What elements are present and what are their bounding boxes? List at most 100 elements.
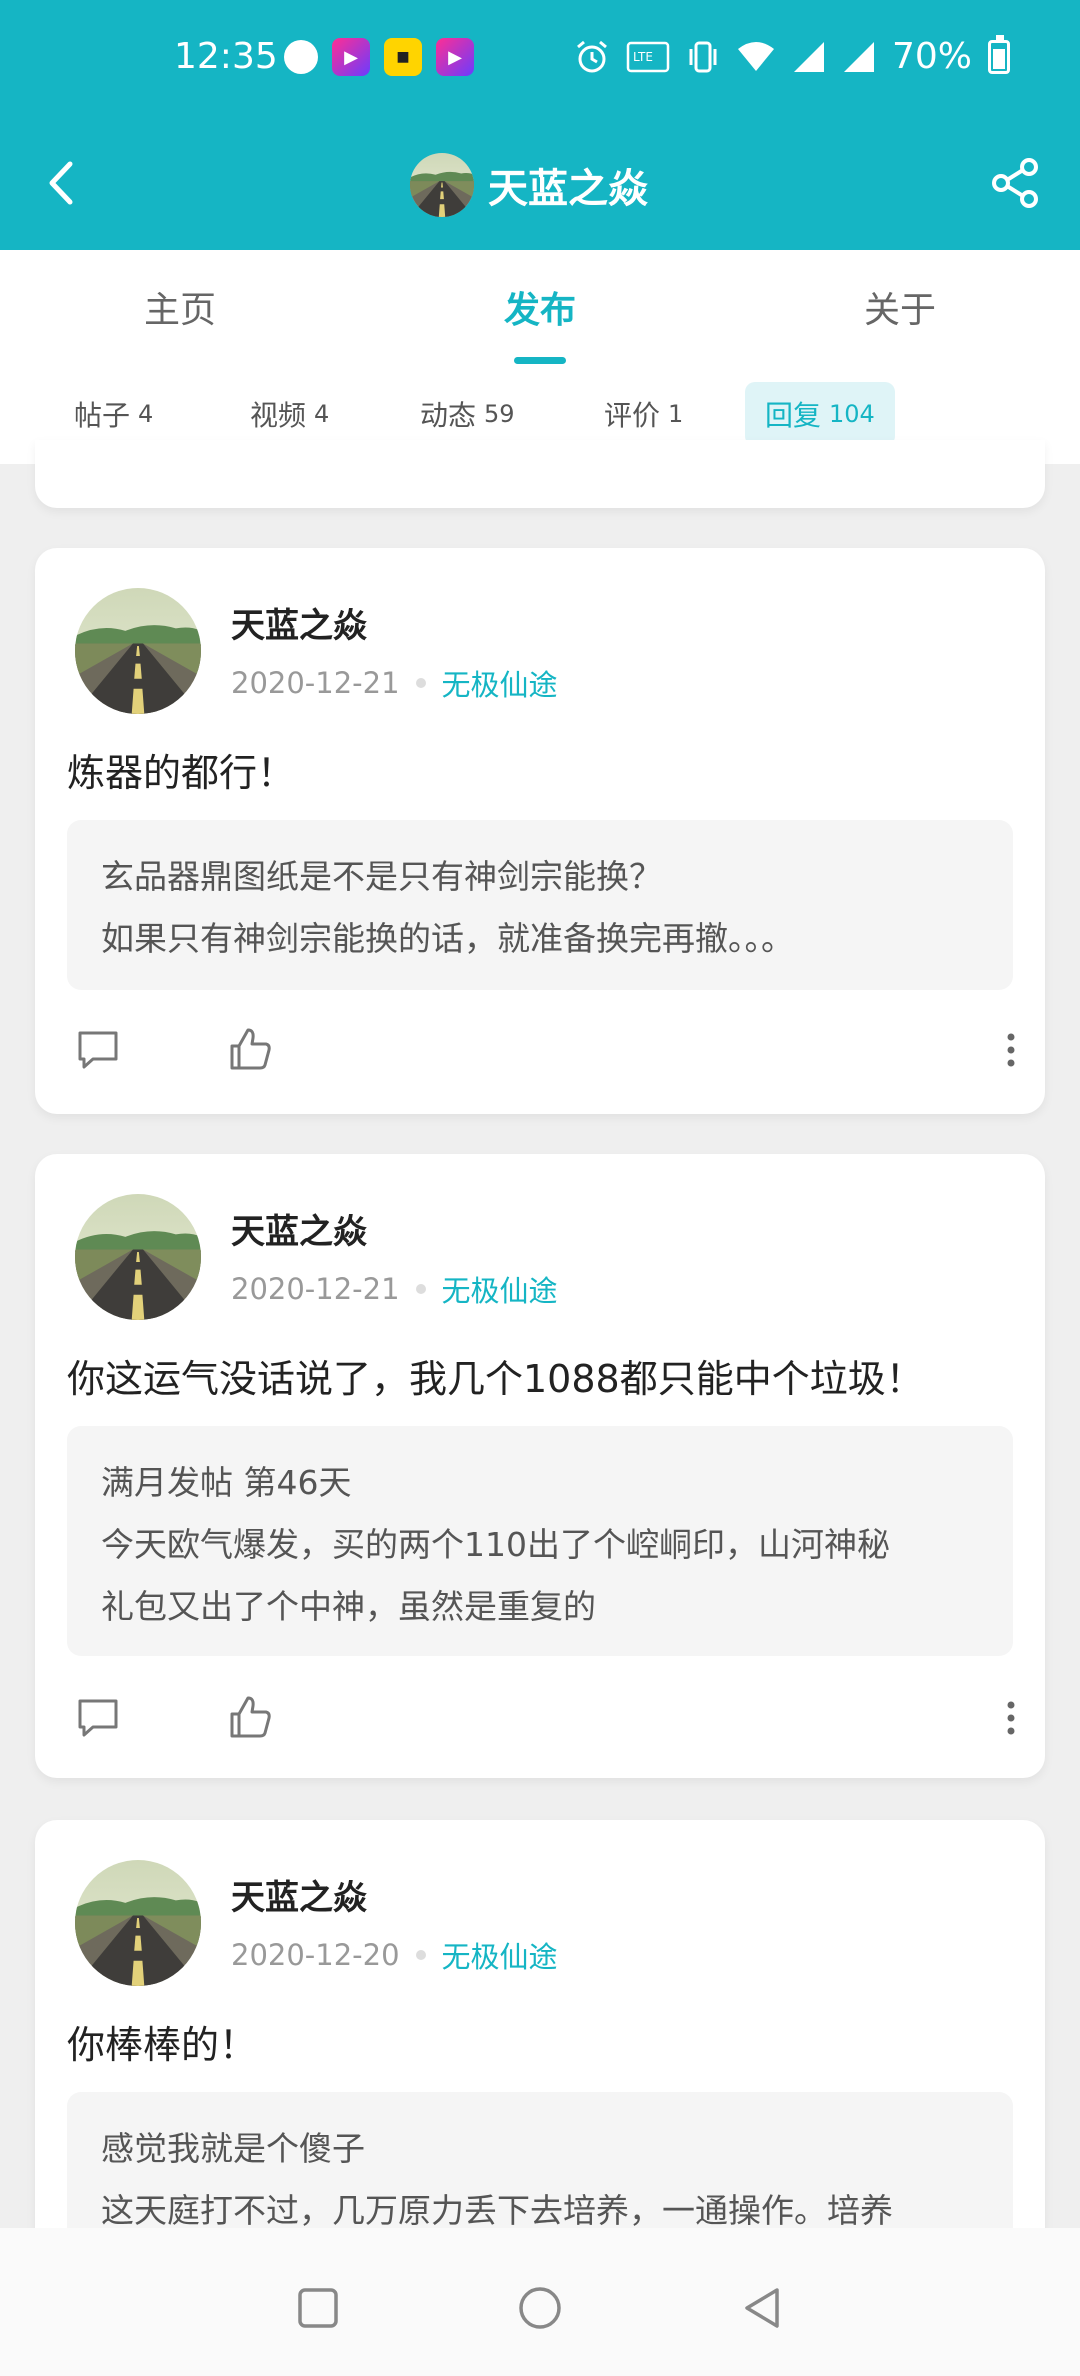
signal-icon-2 bbox=[843, 41, 874, 72]
app-bar: 天蓝之焱 bbox=[0, 120, 1080, 250]
quoted-line: 今天欧气爆发，买的两个110出了个崆峒印，山河神秘 bbox=[101, 1525, 890, 1564]
like-button[interactable] bbox=[215, 1678, 285, 1758]
reply-text: 你棒棒的！ bbox=[67, 2023, 258, 2067]
quoted-line: 满月发帖 第46天 bbox=[101, 1463, 352, 1502]
comment-button[interactable] bbox=[63, 1678, 133, 1758]
subtab-count: 4 bbox=[138, 400, 154, 428]
active-tab-indicator bbox=[514, 357, 566, 364]
tab-publish[interactable]: 发布 bbox=[360, 250, 720, 364]
card-actions bbox=[35, 1010, 1045, 1090]
post-date: 2020-12-21 bbox=[231, 1272, 400, 1306]
comment-icon bbox=[78, 1031, 118, 1069]
author-name[interactable]: 天蓝之焱 bbox=[231, 598, 367, 647]
triangle-back-icon bbox=[745, 2288, 779, 2328]
status-bar: 12:35 ▶ ■ ▶ LTE 70% bbox=[0, 0, 1080, 120]
circle-icon bbox=[519, 2287, 561, 2329]
back-button[interactable] bbox=[30, 148, 90, 218]
post-meta: 2020-12-21 无极仙途 bbox=[231, 662, 558, 704]
avatar[interactable] bbox=[75, 1860, 201, 1986]
reply-card[interactable]: 天蓝之焱 2020-12-21 无极仙途 你这运气没话说了，我几个1088都只能… bbox=[35, 1154, 1045, 1778]
separator-dot bbox=[415, 1950, 426, 1960]
subtab-moments[interactable]: 动态 59 bbox=[400, 382, 535, 446]
status-app-icons: ▶ ■ ▶ bbox=[284, 38, 474, 76]
system-back-button[interactable] bbox=[722, 2268, 802, 2348]
avatar[interactable] bbox=[75, 588, 201, 714]
share-button[interactable] bbox=[980, 148, 1050, 218]
post-meta: 2020-12-20 无极仙途 bbox=[231, 1934, 558, 1976]
profile-header: 天蓝之焱 bbox=[410, 145, 648, 225]
comment-button[interactable] bbox=[63, 1010, 133, 1090]
subtab-count: 59 bbox=[484, 400, 515, 428]
quoted-line: 礼包又出了个中神，虽然是重复的 bbox=[101, 1587, 596, 1626]
card-actions bbox=[35, 1678, 1045, 1758]
reply-text: 你这运气没话说了，我几个1088都只能中个垃圾！ bbox=[67, 1357, 924, 1401]
separator-dot bbox=[415, 678, 426, 688]
subtab-reviews[interactable]: 评价 1 bbox=[584, 382, 703, 446]
thumbs-up-icon bbox=[230, 1028, 271, 1070]
subtab-label: 回复 bbox=[765, 399, 822, 432]
subtab-replies[interactable]: 回复 104 bbox=[745, 382, 895, 446]
tab-about[interactable]: 关于 bbox=[720, 250, 1080, 364]
top-header: 12:35 ▶ ■ ▶ LTE 70% 天蓝之焱 bbox=[0, 0, 1080, 250]
quoted-line: 如果只有神剑宗能换的话，就准备换完再撤。。。 bbox=[101, 919, 794, 958]
status-right: LTE 70% bbox=[574, 34, 1010, 77]
post-meta: 2020-12-21 无极仙途 bbox=[231, 1268, 558, 1310]
reply-card[interactable]: 天蓝之焱 2020-12-21 无极仙途 炼器的都行！ 玄品器鼎图纸是不是只有神… bbox=[35, 548, 1045, 1114]
subtab-label: 动态 bbox=[420, 399, 477, 432]
more-button[interactable] bbox=[991, 1010, 1031, 1090]
recents-button[interactable] bbox=[278, 2268, 358, 2348]
alarm-icon bbox=[577, 40, 607, 72]
author-name[interactable]: 天蓝之焱 bbox=[231, 1870, 367, 1919]
subtab-posts[interactable]: 帖子 4 bbox=[54, 382, 173, 446]
video-app-notification-icon-2: ▶ bbox=[436, 38, 474, 76]
svg-text:LTE: LTE bbox=[633, 50, 653, 64]
quoted-post[interactable]: 玄品器鼎图纸是不是只有神剑宗能换？ 如果只有神剑宗能换的话，就准备换完再撤。。。 bbox=[67, 820, 1013, 990]
more-vertical-icon bbox=[1007, 1701, 1015, 1735]
volte-icon: LTE bbox=[626, 41, 670, 72]
author-name[interactable]: 天蓝之焱 bbox=[231, 1204, 367, 1253]
subtab-count: 1 bbox=[668, 400, 684, 428]
news-app-notification-icon: ■ bbox=[384, 38, 422, 76]
square-icon bbox=[298, 2288, 338, 2328]
reply-text: 炼器的都行！ bbox=[67, 751, 296, 795]
quoted-line: 感觉我就是个傻子 bbox=[101, 2129, 365, 2168]
thumbs-up-icon bbox=[230, 1696, 271, 1738]
page-title: 天蓝之焱 bbox=[488, 166, 648, 212]
video-app-notification-icon: ▶ bbox=[332, 38, 370, 76]
comment-icon bbox=[78, 1699, 118, 1737]
battery-percent: 70% bbox=[891, 36, 972, 77]
more-vertical-icon bbox=[1007, 1033, 1015, 1067]
quoted-line: 玄品器鼎图纸是不是只有神剑宗能换？ bbox=[101, 857, 662, 896]
chevron-left-icon bbox=[49, 161, 73, 205]
signal-icon bbox=[793, 41, 824, 72]
game-tag[interactable]: 无极仙途 bbox=[442, 662, 558, 704]
main-tabs: 主页 发布 关于 bbox=[0, 250, 1080, 365]
reply-card[interactable]: 天蓝之焱 2020-12-20 无极仙途 你棒棒的！ 感觉我就是个傻子 这天庭打… bbox=[35, 1820, 1045, 2272]
quoted-post[interactable]: 满月发帖 第46天 今天欧气爆发，买的两个110出了个崆峒印，山河神秘 礼包又出… bbox=[67, 1426, 1013, 1656]
like-button[interactable] bbox=[215, 1010, 285, 1090]
vibrate-icon bbox=[689, 41, 717, 72]
game-tag[interactable]: 无极仙途 bbox=[442, 1268, 558, 1310]
browser-notification-icon bbox=[284, 40, 318, 74]
subtab-count: 104 bbox=[829, 400, 875, 428]
post-date: 2020-12-20 bbox=[231, 1938, 400, 1972]
subtab-label: 帖子 bbox=[74, 399, 131, 432]
subtab-label: 视频 bbox=[250, 399, 307, 432]
wifi-icon bbox=[737, 41, 774, 71]
status-time: 12:35 bbox=[174, 36, 278, 77]
home-button[interactable] bbox=[500, 2268, 580, 2348]
avatar[interactable] bbox=[75, 1194, 201, 1320]
subtab-count: 4 bbox=[314, 400, 330, 428]
share-icon bbox=[992, 158, 1038, 208]
more-button[interactable] bbox=[991, 1678, 1031, 1758]
system-nav-bar bbox=[0, 2228, 1080, 2376]
separator-dot bbox=[415, 1284, 426, 1294]
game-tag[interactable]: 无极仙途 bbox=[442, 1934, 558, 1976]
post-date: 2020-12-21 bbox=[231, 666, 400, 700]
subtab-label: 评价 bbox=[604, 399, 661, 432]
battery-icon bbox=[988, 34, 1010, 74]
avatar[interactable] bbox=[410, 153, 474, 217]
subtab-videos[interactable]: 视频 4 bbox=[230, 382, 349, 446]
previous-card-bottom bbox=[35, 440, 1045, 508]
tab-home[interactable]: 主页 bbox=[0, 250, 360, 364]
